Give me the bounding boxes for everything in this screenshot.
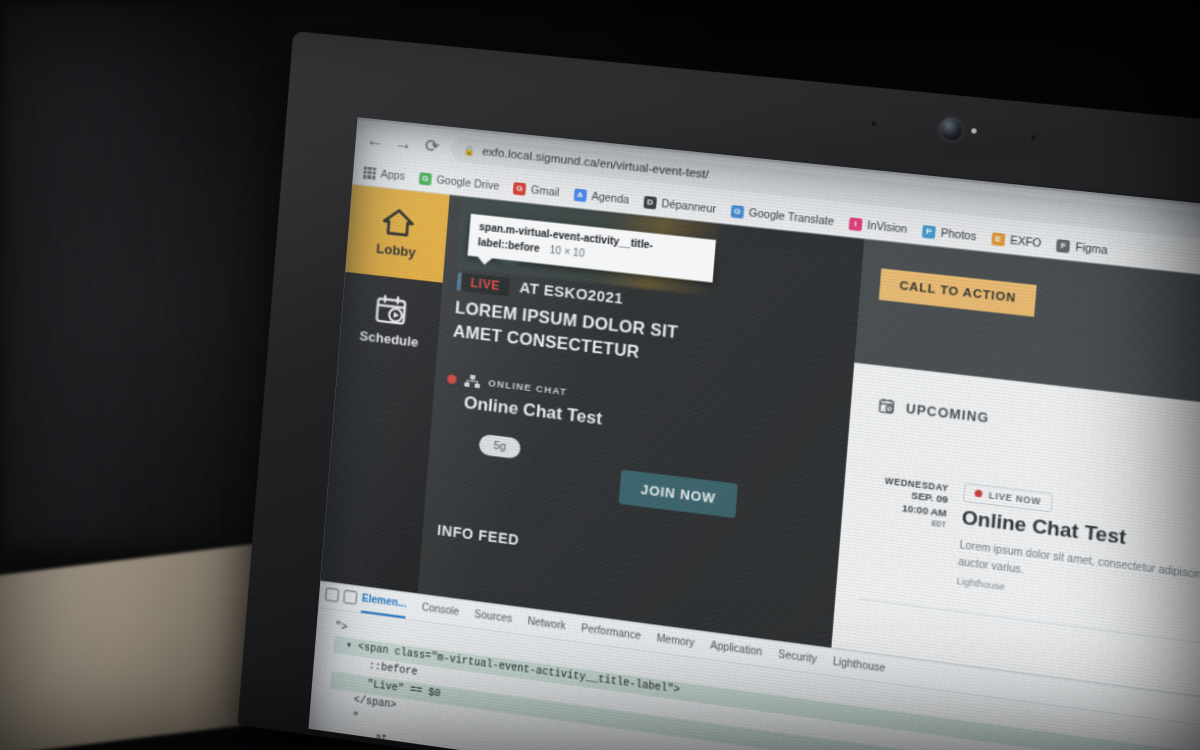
- content-column: Duis sollicitudin, quam eget viverra tin…: [831, 204, 1200, 722]
- figma-icon: F: [1056, 238, 1071, 253]
- bookmark-label: Agenda: [590, 189, 630, 207]
- upcoming-label: UPCOMING: [905, 400, 990, 426]
- photograph-backdrop: Pull r✕Virtu✕wind✕Mus✕Syste✕Mon✕Umb✕Virt…: [0, 0, 1200, 750]
- devtools-tab-security[interactable]: Security: [778, 649, 817, 666]
- attendee-count-pill: 5g: [478, 433, 522, 460]
- live-now-badge: LIVE NOW: [963, 482, 1053, 512]
- live-badge: LIVE: [456, 272, 510, 297]
- devtools-tab-application[interactable]: Application: [710, 640, 763, 658]
- calendar-clock-icon: [878, 397, 895, 415]
- bookmark-item[interactable]: F Figma: [1056, 238, 1109, 257]
- devtools-tab-elemen[interactable]: Elemen...: [360, 587, 408, 618]
- org-chart-icon: [464, 374, 480, 389]
- exfo-icon: E: [991, 231, 1006, 246]
- live-now-label: LIVE NOW: [988, 489, 1042, 507]
- bookmark-item[interactable]: G Google Translate: [730, 204, 835, 228]
- bookmark-item[interactable]: G Gmail: [513, 181, 560, 199]
- devtools-tab-lighthouse[interactable]: Lighthouse: [832, 656, 886, 675]
- live-dot-icon: [446, 374, 457, 385]
- join-now-button[interactable]: JOIN NOW: [618, 469, 739, 519]
- activity-session-title: Online Chat Test: [463, 392, 603, 429]
- bookmark-label: Photos: [940, 226, 977, 243]
- calendar-icon: A: [573, 187, 587, 202]
- event-body: LIVE NOW Online Chat Test Lorem ipsum do…: [956, 482, 1200, 641]
- home-icon: [382, 207, 415, 237]
- bookmark-label: Apps: [380, 167, 406, 183]
- bookmark-item[interactable]: G Google Drive: [418, 171, 500, 193]
- reload-icon[interactable]: ⟳: [422, 136, 442, 158]
- sidebar-item-schedule[interactable]: Schedule: [338, 272, 442, 371]
- laptop-screen: Pull r✕Virtu✕wind✕Mus✕Syste✕Mon✕Umb✕Virt…: [308, 117, 1200, 750]
- devtools-tab-network[interactable]: Network: [527, 616, 566, 632]
- bookmark-label: Dépanneur: [661, 197, 717, 216]
- devtools-tab-sources[interactable]: Sources: [474, 609, 513, 625]
- upcoming-heading: UPCOMING: [878, 397, 990, 426]
- screen-content: Pull r✕Virtu✕wind✕Mus✕Syste✕Mon✕Umb✕Virt…: [308, 117, 1200, 750]
- inspect-element-icon[interactable]: [325, 587, 340, 603]
- bookmark-item[interactable]: A Agenda: [573, 187, 630, 207]
- gmail-icon: G: [513, 181, 527, 196]
- translate-icon: G: [730, 204, 745, 219]
- lock-icon: 🔒: [463, 144, 476, 156]
- inspector-dimensions: 10 × 10: [549, 244, 585, 260]
- info-feed-heading: INFO FEED: [436, 521, 520, 549]
- sidebar-item-label: Schedule: [359, 327, 419, 350]
- upcoming-event-row[interactable]: WEDNESDAY SEP. 09 10:00 AM EDT LIVE NOW: [861, 470, 1200, 641]
- dollar-icon: D: [643, 195, 657, 209]
- bookmark-item[interactable]: P Photos: [921, 224, 977, 243]
- bookmark-label: Google Translate: [748, 206, 835, 228]
- devtools-tab-performance[interactable]: Performance: [581, 623, 642, 642]
- bookmark-label: EXFO: [1009, 233, 1042, 250]
- bookmark-label: InVision: [866, 218, 908, 236]
- devtools-tab-console[interactable]: Console: [421, 602, 459, 618]
- bookmark-item[interactable]: Apps: [363, 165, 406, 183]
- event-datetime: WEDNESDAY SEP. 09 10:00 AM EDT: [861, 470, 949, 583]
- arrow-right-icon[interactable]: →: [394, 133, 414, 155]
- sidebar-item-lobby[interactable]: Lobby: [345, 184, 450, 283]
- live-dot-icon: [974, 489, 983, 498]
- sidebar-item-label: Lobby: [375, 240, 417, 261]
- laptop-device: Pull r✕Virtu✕wind✕Mus✕Syste✕Mon✕Umb✕Virt…: [234, 31, 1200, 750]
- photos-icon: P: [921, 224, 936, 239]
- activity-kind-label: ONLINE CHAT: [487, 377, 568, 399]
- bookmark-label: Google Drive: [435, 173, 500, 193]
- invision-icon: I: [848, 216, 863, 231]
- arrow-left-icon[interactable]: ←: [365, 130, 385, 152]
- drive-icon: G: [418, 171, 432, 186]
- calendar-play-icon: [375, 294, 408, 326]
- bookmark-item[interactable]: I InVision: [848, 216, 908, 236]
- apps-grid-icon: [363, 165, 377, 180]
- bookmark-label: Figma: [1074, 240, 1109, 257]
- bookmark-label: Gmail: [530, 183, 560, 199]
- activity-title: LOREM IPSUM DOLOR SIT AMET CONSECTETUR: [452, 298, 679, 362]
- bookmark-item[interactable]: E EXFO: [991, 231, 1042, 250]
- devtools-tab-memory[interactable]: Memory: [656, 633, 695, 649]
- bookmark-item[interactable]: D Dépanneur: [643, 195, 717, 216]
- device-toolbar-icon[interactable]: [343, 589, 358, 605]
